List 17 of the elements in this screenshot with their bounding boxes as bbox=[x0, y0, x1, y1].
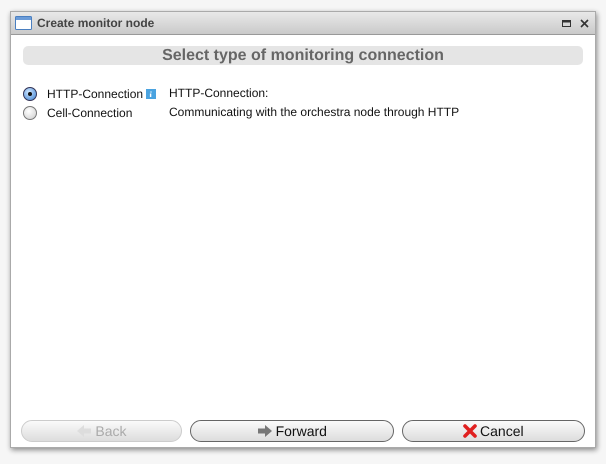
arrow-left-icon bbox=[76, 424, 92, 438]
section-heading: Select type of monitoring connection bbox=[23, 46, 583, 65]
forward-button[interactable]: Forward bbox=[190, 420, 394, 442]
window-title: Create monitor node bbox=[37, 16, 156, 30]
option-label[interactable]: HTTP-Connection bbox=[47, 86, 144, 100]
radio-button[interactable] bbox=[23, 106, 37, 120]
cross-icon bbox=[463, 424, 478, 438]
description-text: Communicating with the orchestra node through HTTP bbox=[169, 104, 460, 121]
description-text: HTTP-Connection: bbox=[169, 85, 270, 102]
option-label[interactable]: Cell-Connection bbox=[47, 106, 132, 120]
maximize-icon[interactable] bbox=[562, 20, 571, 26]
arrow-right-icon bbox=[256, 424, 273, 438]
cancel-button[interactable]: Cancel bbox=[402, 420, 585, 442]
close-icon[interactable] bbox=[580, 18, 589, 28]
window-icon bbox=[15, 16, 32, 30]
radio-button[interactable] bbox=[23, 86, 37, 100]
info-icon[interactable] bbox=[146, 88, 156, 98]
